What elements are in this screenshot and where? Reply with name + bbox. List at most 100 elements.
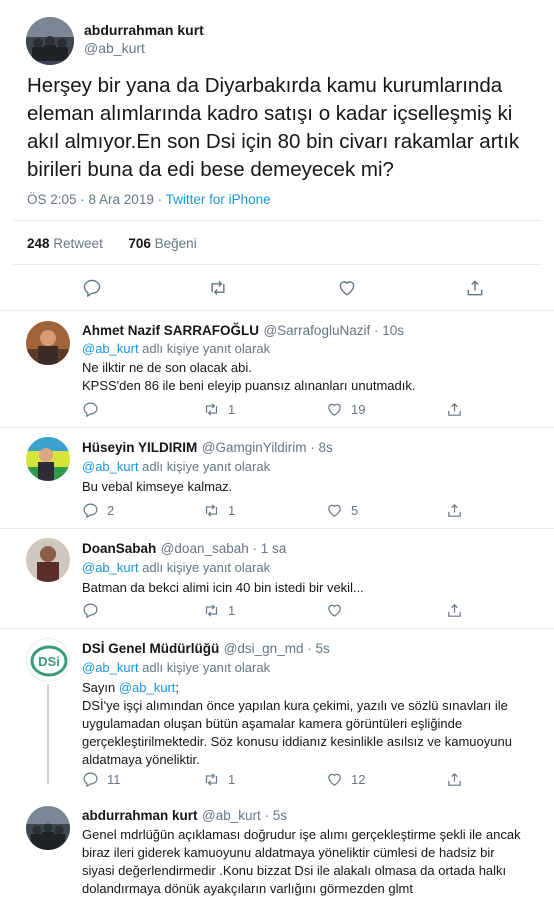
reply-body: Bu vebal kimseye kalmaz. — [82, 478, 232, 496]
reply-button[interactable] — [82, 278, 102, 298]
reply-button[interactable]: 11 — [82, 771, 121, 788]
reply-avatar[interactable] — [26, 321, 70, 365]
heart-icon — [328, 773, 341, 786]
reply-avatar[interactable] — [26, 538, 70, 582]
retweet-button[interactable] — [208, 278, 228, 298]
reply-avatar[interactable] — [26, 437, 70, 481]
retweet-button[interactable]: 1 — [203, 401, 235, 418]
reply-icon — [83, 402, 98, 418]
divider — [0, 528, 554, 529]
reply-body: Ne ilktir ne de son olacak abi. KPSS'den… — [82, 359, 415, 395]
tweet-source-link[interactable]: Twitter for iPhone — [166, 192, 271, 207]
reply-handle-time[interactable]: @GamginYildirim · 8s — [202, 440, 333, 455]
heart-icon — [328, 604, 341, 617]
reply-to-mention[interactable]: @ab_kurt — [82, 560, 139, 575]
reply-handle-time[interactable]: @dsi_gn_md · 5s — [224, 641, 330, 656]
tweet-text-line: birileri buna da edi bese demeyecek mi? — [27, 158, 394, 181]
thread-line — [47, 684, 49, 784]
tweet-text-line: Herşey bir yana da Diyarbakırda kamu kur… — [27, 74, 503, 97]
reply-avatar[interactable] — [26, 806, 70, 850]
retweet-count: 1 — [228, 772, 236, 787]
share-icon — [448, 772, 461, 786]
reply-header: abdurrahman kurt @ab_kurt · 5s — [82, 807, 287, 825]
reply-handle-time[interactable]: @doan_sabah · 1 sa — [161, 541, 287, 556]
divider — [13, 220, 541, 221]
reply-body-line: gerçekleştirilmektedir. Söz konusu iddia… — [82, 734, 512, 749]
reply-to-suffix: adlı kişiye yanıt olarak — [138, 560, 271, 575]
reply-body: DSİ'ye işçi alımından önce yapılan kura … — [82, 697, 512, 769]
retweet-label[interactable]: Retweet — [53, 236, 103, 251]
reply-to-mention[interactable]: @ab_kurt — [82, 660, 139, 675]
like-count: 12 — [351, 772, 366, 787]
reply-author-name[interactable]: DSİ Genel Müdürlüğü — [82, 641, 219, 656]
tweet-stats: 248 Retweet 706 Beğeni — [27, 236, 197, 251]
retweet-icon — [205, 403, 218, 416]
dsi-logo-avatar[interactable]: DSi — [26, 638, 70, 682]
share-button[interactable] — [446, 602, 463, 619]
reply-author-name[interactable]: Hüseyin YILDIRIM — [82, 440, 197, 455]
retweet-button[interactable]: 1 — [203, 502, 235, 519]
retweet-icon — [205, 773, 218, 786]
reply-handle-time[interactable]: @ab_kurt · 5s — [202, 808, 287, 823]
retweet-count: 1 — [228, 603, 236, 618]
share-button[interactable] — [446, 502, 463, 519]
retweet-icon — [211, 280, 225, 296]
reply-author-name[interactable]: abdurrahman kurt — [82, 808, 198, 823]
tweet-text-line: akıl almıyor.En son Dsi için 80 bin civa… — [27, 130, 520, 153]
retweet-count: 1 — [228, 503, 236, 518]
reply-icon — [83, 503, 98, 519]
reply-to-line: @ab_kurt adlı kişiye yanıt olarak — [82, 458, 270, 476]
dsi-logo-text: DSi — [38, 654, 60, 669]
retweet-button[interactable]: 1 — [203, 771, 235, 788]
reply-button[interactable] — [82, 602, 107, 619]
reply-body-line: biraz ileri giderek kamuoyunu aldatmaya … — [82, 845, 495, 860]
like-button[interactable] — [326, 602, 351, 619]
reply-author-name[interactable]: DoanSabah — [82, 541, 156, 556]
reply-icon — [83, 772, 98, 788]
retweet-icon — [205, 504, 218, 517]
greeting-end: ; — [175, 680, 180, 695]
author-avatar[interactable] — [26, 17, 74, 65]
share-button[interactable] — [465, 278, 485, 298]
reply-to-mention[interactable]: @ab_kurt — [82, 459, 139, 474]
reply-button[interactable] — [82, 401, 107, 418]
retweet-button[interactable]: 1 — [203, 602, 235, 619]
retweet-count: 1 — [228, 402, 236, 417]
reply-body-line: dolandırmaya dönük ayakçıların varlığını… — [82, 881, 413, 896]
share-icon — [448, 402, 461, 416]
like-count[interactable]: 706 — [128, 236, 151, 251]
reply-to-mention[interactable]: @ab_kurt — [82, 341, 139, 356]
greeting-mention[interactable]: @ab_kurt — [119, 680, 176, 695]
tweet-timestamp[interactable]: ÖS 2:05 · 8 Ara 2019 · — [27, 192, 166, 207]
reply-button[interactable]: 2 — [82, 502, 114, 519]
like-label[interactable]: Beğeni — [155, 236, 197, 251]
reply-body-line: Ne ilktir ne de son olacak abi. — [82, 360, 252, 375]
author-handle[interactable]: @ab_kurt — [84, 40, 145, 56]
heart-icon — [328, 403, 341, 416]
heart-icon — [339, 281, 355, 296]
reply-body-line: Batman da bekci alimi icin 40 bin istedi… — [82, 580, 364, 595]
reply-body-line: siyasi değerlendirmedir .Konu bizzat Dsi… — [82, 863, 507, 878]
retweet-icon — [205, 604, 218, 617]
like-button[interactable]: 12 — [326, 771, 365, 788]
share-button[interactable] — [446, 771, 463, 788]
tweet-text: Herşey bir yana da Diyarbakırda kamu kur… — [27, 72, 519, 184]
reply-body: Batman da bekci alimi icin 40 bin istedi… — [82, 579, 364, 597]
share-button[interactable] — [446, 401, 463, 418]
author-name[interactable]: abdurrahman kurt — [84, 22, 204, 38]
divider — [0, 427, 554, 428]
like-button[interactable] — [337, 278, 357, 298]
reply-body-line: KPSS'den 86 ile beni eleyip puansız alın… — [82, 378, 416, 393]
heart-icon — [328, 504, 341, 517]
reply-body-line: uygulamadan oluşan bütün aşamalar kamera… — [82, 716, 463, 731]
tweet-text-line: eleman alımlarında kadro satışı o kadar … — [27, 102, 513, 125]
reply-body-line: Genel mdrlüğün açıklaması doğrudur işe a… — [82, 827, 521, 842]
divider — [0, 310, 554, 311]
like-button[interactable]: 19 — [326, 401, 365, 418]
reply-author-name[interactable]: Ahmet Nazif SARRAFOĞLU — [82, 323, 259, 338]
reply-handle-time[interactable]: @SarrafogluNazif · 10s — [263, 323, 404, 338]
retweet-count[interactable]: 248 — [27, 236, 50, 251]
like-button[interactable]: 5 — [326, 502, 358, 519]
reply-body-line: aldatmaya yöneliktir. — [82, 752, 200, 767]
tweet-timestamp-row: ÖS 2:05 · 8 Ara 2019 · Twitter for iPhon… — [27, 192, 271, 207]
